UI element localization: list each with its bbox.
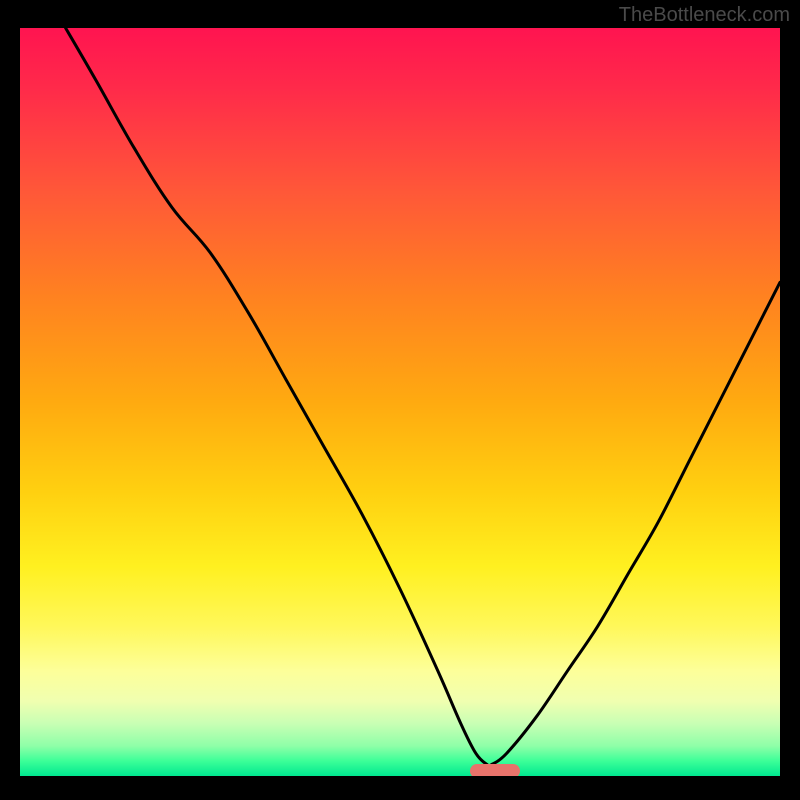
optimal-marker [470, 764, 520, 776]
chart-frame: TheBottleneck.com [0, 0, 800, 800]
watermark-text: TheBottleneck.com [619, 4, 790, 27]
bottleneck-curve [20, 28, 780, 776]
plot-area [20, 28, 780, 776]
curve-path [66, 28, 780, 766]
